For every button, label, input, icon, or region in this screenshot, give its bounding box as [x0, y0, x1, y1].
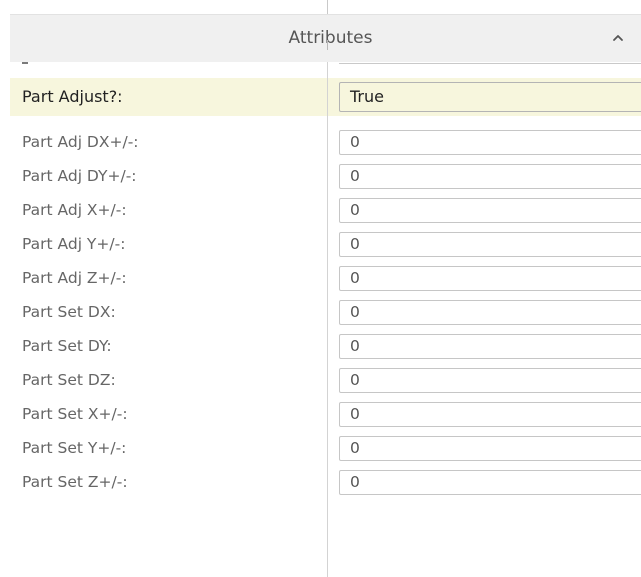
attribute-row-part-set-y[interactable]: Part Set Y+/-: 0 [0, 432, 641, 465]
attribute-label: Part Adj DX+/-: [22, 133, 139, 151]
attributes-panel: Attributes Part Adjust?: True Part Adj D… [0, 0, 641, 577]
chevron-up-icon[interactable] [607, 27, 629, 49]
clipped-field-edge [339, 63, 641, 64]
attribute-label: Part Adj X+/-: [22, 201, 127, 219]
attribute-row-part-adj-z[interactable]: Part Adj Z+/-: 0 [0, 262, 641, 295]
attribute-row-part-set-z[interactable]: Part Set Z+/-: 0 [0, 466, 641, 499]
attribute-label: Part Set DX: [22, 303, 116, 321]
attribute-label: Part Set DY: [22, 337, 112, 355]
top-strip [0, 0, 641, 12]
attribute-value-field[interactable]: 0 [339, 130, 641, 155]
attribute-label: Part Set DZ: [22, 371, 116, 389]
attribute-row-part-set-dx[interactable]: Part Set DX: 0 [0, 296, 641, 329]
attribute-value-field[interactable]: 0 [339, 164, 641, 189]
attribute-row-part-adj-x[interactable]: Part Adj X+/-: 0 [0, 194, 641, 227]
attribute-row-part-adj-y[interactable]: Part Adj Y+/-: 0 [0, 228, 641, 261]
attributes-header[interactable]: Attributes [10, 14, 641, 62]
attribute-label: Part Adj Z+/-: [22, 269, 127, 287]
attribute-label: Part Set Z+/-: [22, 473, 128, 491]
attribute-value-field[interactable]: 0 [339, 300, 641, 325]
attribute-row-part-adj-dy[interactable]: Part Adj DY+/-: 0 [0, 160, 641, 193]
header-column-divider [327, 40, 328, 50]
clipped-row-glyph [22, 62, 28, 64]
attribute-label: Part Adj DY+/-: [22, 167, 137, 185]
attribute-value-field[interactable]: 0 [339, 470, 641, 495]
top-column-divider [327, 0, 328, 14]
attribute-value-field[interactable]: 0 [339, 368, 641, 393]
attribute-value-field[interactable]: 0 [339, 334, 641, 359]
attribute-value-field[interactable]: 0 [339, 266, 641, 291]
attribute-value-field[interactable]: 0 [339, 436, 641, 461]
attribute-row-part-set-dz[interactable]: Part Set DZ: 0 [0, 364, 641, 397]
attribute-label: Part Set Y+/-: [22, 439, 127, 457]
attribute-value-field[interactable]: 0 [339, 232, 641, 257]
attribute-label: Part Set X+/-: [22, 405, 128, 423]
attribute-label: Part Adjust?: [22, 87, 123, 106]
attribute-label: Part Adj Y+/-: [22, 235, 126, 253]
attribute-value-field[interactable]: True [339, 82, 641, 112]
attribute-value-field[interactable]: 0 [339, 402, 641, 427]
attribute-row-part-set-dy[interactable]: Part Set DY: 0 [0, 330, 641, 363]
attribute-row-part-adj-dx[interactable]: Part Adj DX+/-: 0 [0, 126, 641, 159]
attribute-value-field[interactable]: 0 [339, 198, 641, 223]
attribute-row-part-set-x[interactable]: Part Set X+/-: 0 [0, 398, 641, 431]
attribute-row-part-adjust[interactable]: Part Adjust?: True [0, 78, 641, 116]
panel-title: Attributes [288, 28, 373, 48]
